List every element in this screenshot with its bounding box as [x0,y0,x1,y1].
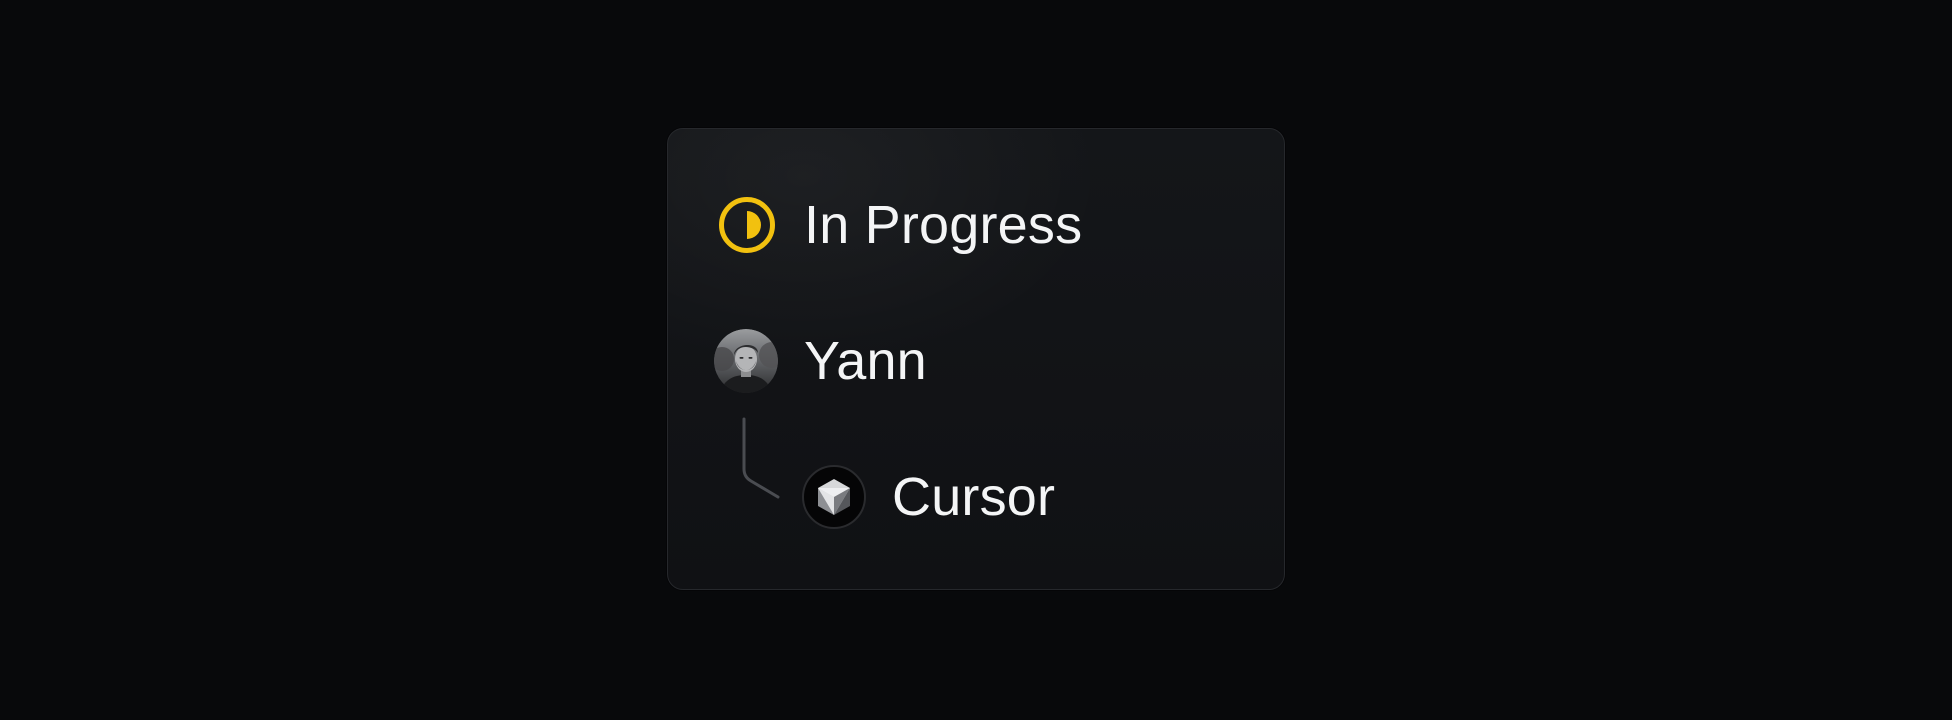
status-row[interactable]: In Progress [718,189,1082,261]
assignee-name: Yann [804,331,927,391]
agent-name: Cursor [892,467,1056,527]
tree-connector-line [742,417,780,499]
assignee-row[interactable]: Yann [714,325,927,397]
status-label: In Progress [804,195,1083,255]
canvas: In Progress Yann Cursor [0,0,1952,720]
cursor-logo-icon [802,465,866,529]
in-progress-status-icon [719,197,775,253]
agent-row[interactable]: Cursor [802,461,1055,533]
user-avatar [714,329,778,393]
issue-properties-card: In Progress Yann Cursor [667,128,1285,590]
